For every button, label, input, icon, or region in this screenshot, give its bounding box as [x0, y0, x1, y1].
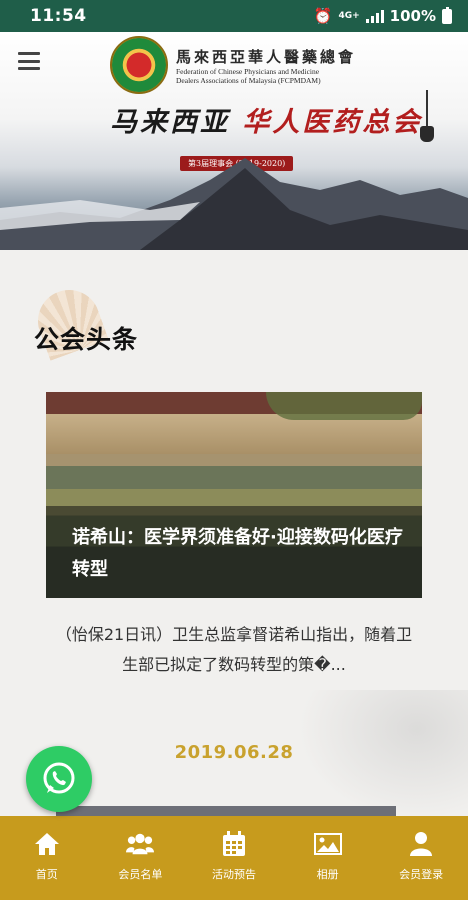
status-icons: ⏰ 4G+ 100% — [313, 6, 452, 25]
alarm-icon: ⏰ — [313, 7, 333, 25]
calligraphy-part-b: 华人医药总会 — [242, 107, 423, 138]
status-bar: 11:54 ⏰ 4G+ 100% — [0, 0, 468, 32]
org-name-cn: 馬來西亞華人醫藥總會 — [176, 47, 357, 66]
photo-icon — [313, 830, 342, 858]
lantern-decoration — [420, 90, 434, 142]
news-card[interactable]: 诺希山：医学界须准备好·迎接数码化医疗转型 — [46, 392, 422, 598]
org-name-en-line2: Dealers Associations of Malaysia (FCPMDA… — [176, 75, 321, 85]
org-seal-icon — [110, 36, 168, 94]
nav-item-album[interactable]: 相册 — [281, 816, 375, 900]
whatsapp-button[interactable] — [26, 746, 92, 812]
header-banner: 馬來西亞華人醫藥總會 Federation of Chinese Physici… — [0, 32, 468, 250]
section-heading: 公会头条 — [30, 290, 230, 360]
news-title[interactable]: 诺希山：医学界须准备好·迎接数码化医疗转型 — [72, 522, 412, 586]
news-excerpt: （怡保21日讯）卫生总监拿督诺希山指出，随着卫生部已拟定了数码转型的策�... — [55, 625, 413, 674]
signal-icon — [365, 9, 384, 23]
calendar-icon — [220, 830, 248, 858]
nav-label-home: 首页 — [35, 868, 58, 881]
menu-icon[interactable] — [18, 52, 40, 70]
status-time: 11:54 — [30, 6, 87, 26]
battery-icon — [442, 6, 452, 24]
nav-item-members[interactable]: 会员名单 — [94, 816, 188, 900]
nav-label-album: 相册 — [316, 868, 339, 881]
section-title: 公会头条 — [34, 325, 139, 354]
calligraphy-part-a: 马来西亚 — [110, 107, 230, 138]
members-icon — [126, 830, 155, 858]
whatsapp-icon — [43, 762, 75, 794]
battery-percent: 100% — [389, 7, 436, 25]
org-name-en-line1: Federation of Chinese Physicians and Med… — [176, 66, 320, 76]
nav-label-events: 活动预告 — [211, 868, 256, 881]
nav-item-login[interactable]: 会员登录 — [374, 816, 468, 900]
mountain-illustration — [0, 158, 468, 250]
nav-label-members: 会员名单 — [118, 868, 163, 881]
calligraphy-title: 马来西亚 华人医药总会 — [110, 100, 422, 139]
home-icon — [33, 830, 61, 858]
org-logo: 馬來西亞華人醫藥總會 Federation of Chinese Physici… — [110, 36, 356, 94]
network-type: 4G+ — [338, 10, 360, 21]
user-icon — [407, 830, 435, 858]
bottom-nav: 首页 会员名单 活动预告 相册 会员登录 — [0, 816, 468, 900]
nav-label-login: 会员登录 — [399, 868, 444, 881]
nav-item-home[interactable]: 首页 — [0, 816, 94, 900]
nav-item-events[interactable]: 活动预告 — [187, 816, 281, 900]
